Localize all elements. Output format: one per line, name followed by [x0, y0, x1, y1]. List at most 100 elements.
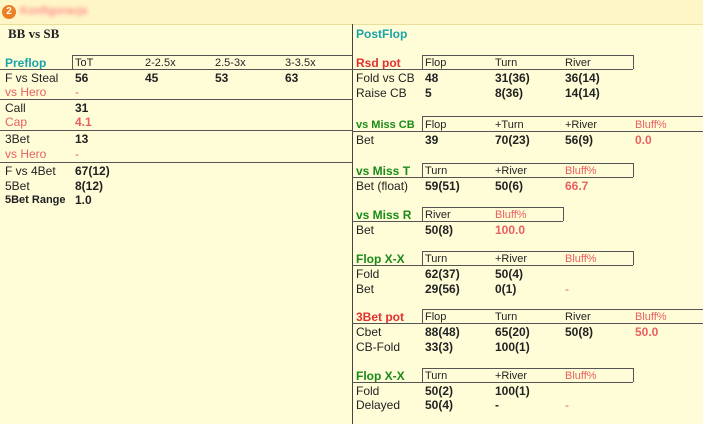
flop-xx-2-header-turn: Turn [425, 370, 448, 382]
flop-xx-1-bet-river: 0(1) [495, 282, 517, 296]
flop-xx-1-fold-river: 50(4) [495, 267, 524, 281]
vs-miss-t-header-left [422, 163, 423, 177]
fold-vs-cb-turn: 31(36) [495, 71, 530, 85]
vs-miss-t-label: vs Miss T [356, 164, 411, 178]
vs-miss-r-label: vs Miss R [356, 208, 412, 222]
cb-fold-label: CB-Fold [356, 340, 401, 354]
cbet-turn: 65(20) [495, 325, 530, 339]
cbet-label: Cbet [356, 325, 382, 339]
bet-float-turn: 59(51) [425, 179, 460, 193]
vs-miss-r-bet-bluff: 100.0 [495, 223, 526, 237]
f-vs-steal-3-3.5x: 63 [285, 71, 299, 85]
flop-xx-1-label: Flop X-X [356, 252, 405, 266]
3bet-pot-header-turn: Turn [495, 311, 518, 323]
section-line-1 [0, 99, 352, 100]
matchup-title: BB vs SB [8, 26, 60, 41]
vs-miss-cb-header-left [422, 116, 423, 131]
postflop-title: PostFlop [356, 27, 408, 41]
flop-xx-2-header-bluff: Bluff% [565, 370, 597, 382]
flop-xx-2-header-top [422, 368, 633, 369]
f-vs-steal-label: F vs Steal [5, 71, 59, 85]
preflop-header-left-line [72, 55, 73, 69]
vs-miss-t-header-bluff: Bluff% [565, 165, 597, 177]
delayed-river: - [495, 398, 499, 412]
section-line-3 [0, 162, 352, 163]
5bet-range-value: 1.0 [75, 193, 92, 207]
window-title: Konfiguracja [20, 5, 88, 17]
vs-miss-r-header-bluff: Bluff% [495, 209, 527, 221]
3bet-label: 3Bet [5, 132, 30, 146]
flop-xx-2-header-right [633, 368, 634, 382]
vs-miss-r-header-bottom [352, 221, 563, 222]
f-vs-steal-2.5-3x: 53 [215, 71, 229, 85]
vs-hero-label: vs Hero [5, 85, 47, 99]
flop-xx-1-header-river: +River [495, 253, 528, 265]
cb-fold-turn: 100(1) [495, 340, 530, 354]
3bet-pot-header-bluff: Bluff% [635, 311, 667, 323]
fold-vs-cb-flop: 48 [425, 71, 439, 85]
bet-float-label: Bet (float) [356, 179, 409, 193]
flop-xx-1-header-turn: Turn [425, 253, 448, 265]
flop-xx-1-header-right [633, 251, 634, 265]
vs-miss-t-header-top [422, 163, 633, 164]
title-bar: 2 Konfiguracja [0, 0, 703, 25]
f-vs-steal-2-2.5x: 45 [145, 71, 159, 85]
rsd-pot-header-flop: Flop [425, 57, 447, 69]
vs-miss-r-header-left [422, 207, 423, 221]
flop-xx-1-fold-turn: 62(37) [425, 267, 460, 281]
flop-xx-1-fold-label: Fold [356, 267, 380, 281]
vs-hero-3bet-label: vs Hero [5, 147, 47, 161]
cap-value: 4.1 [75, 115, 92, 129]
vs-miss-t-header-river: +River [495, 165, 528, 177]
flop-xx-1-bet-label: Bet [356, 282, 375, 296]
3bet-pot-header-flop: Flop [425, 311, 447, 323]
5bet-value: 8(12) [75, 179, 104, 193]
f-vs-4bet-value: 67(12) [75, 164, 110, 178]
flop-xx-2-fold-river: 100(1) [495, 384, 530, 398]
column-divider [352, 24, 353, 424]
vs-miss-t-header-turn: Turn [425, 165, 448, 177]
call-value: 31 [75, 101, 89, 115]
col-header-tot: ToT [75, 57, 94, 69]
vs-miss-r-header-right [563, 207, 564, 221]
flop-xx-1-bet-turn: 29(56) [425, 282, 460, 296]
delayed-label: Delayed [356, 398, 401, 412]
flop-xx-2-header-left [422, 368, 423, 382]
rsd-pot-header-bottom [352, 69, 633, 70]
vs-miss-t-header-right [633, 163, 634, 177]
cap-label: Cap [5, 115, 28, 129]
3bet-value: 13 [75, 132, 89, 146]
flop-xx-1-header-bluff: Bluff% [565, 253, 597, 265]
col-header-2.5-3x: 2.5-3x [215, 57, 246, 69]
fold-vs-cb-label: Fold vs CB [356, 71, 415, 85]
f-vs-steal-tot: 56 [75, 71, 89, 85]
flop-xx-2-header-river: +River [495, 370, 528, 382]
raise-cb-river: 14(14) [565, 86, 600, 100]
flop-xx-1-header-top [422, 251, 633, 252]
vs-miss-cb-bet-bluff: 0.0 [635, 133, 652, 147]
5bet-range-label: 5Bet Range [5, 194, 66, 206]
preflop-label: Preflop [5, 56, 47, 70]
rsd-pot-header-turn: Turn [495, 57, 518, 69]
vs-miss-cb-bet-turn: 70(23) [495, 133, 530, 147]
vs-miss-cb-header-turn: +Turn [495, 119, 524, 131]
vs-miss-cb-header-river: +River [565, 119, 598, 131]
vs-hero-3bet-value: - [75, 147, 79, 161]
vs-miss-cb-label: vs Miss CB [356, 119, 415, 131]
flop-xx-2-fold-label: Fold [356, 384, 380, 398]
vs-miss-cb-bet-label: Bet [356, 133, 375, 147]
fold-vs-cb-river: 36(14) [565, 71, 600, 85]
rsd-pot-header-left [422, 55, 423, 69]
3bet-pot-header-river: River [565, 311, 591, 323]
vs-miss-r-header-river: River [425, 209, 451, 221]
rsd-pot-header-right [633, 55, 634, 69]
flop-xx-1-header-left [422, 251, 423, 265]
bet-float-bluff: 66.7 [565, 179, 589, 193]
col-header-3-3.5x: 3-3.5x [285, 57, 316, 69]
raise-cb-flop: 5 [425, 86, 432, 100]
flop-xx-1-bet-bluff: - [565, 282, 569, 296]
vs-miss-cb-bet-flop: 39 [425, 133, 439, 147]
col-header-2-2.5x: 2-2.5x [145, 57, 176, 69]
rsd-pot-header-top [422, 55, 633, 56]
delayed-bluff: - [565, 398, 569, 412]
